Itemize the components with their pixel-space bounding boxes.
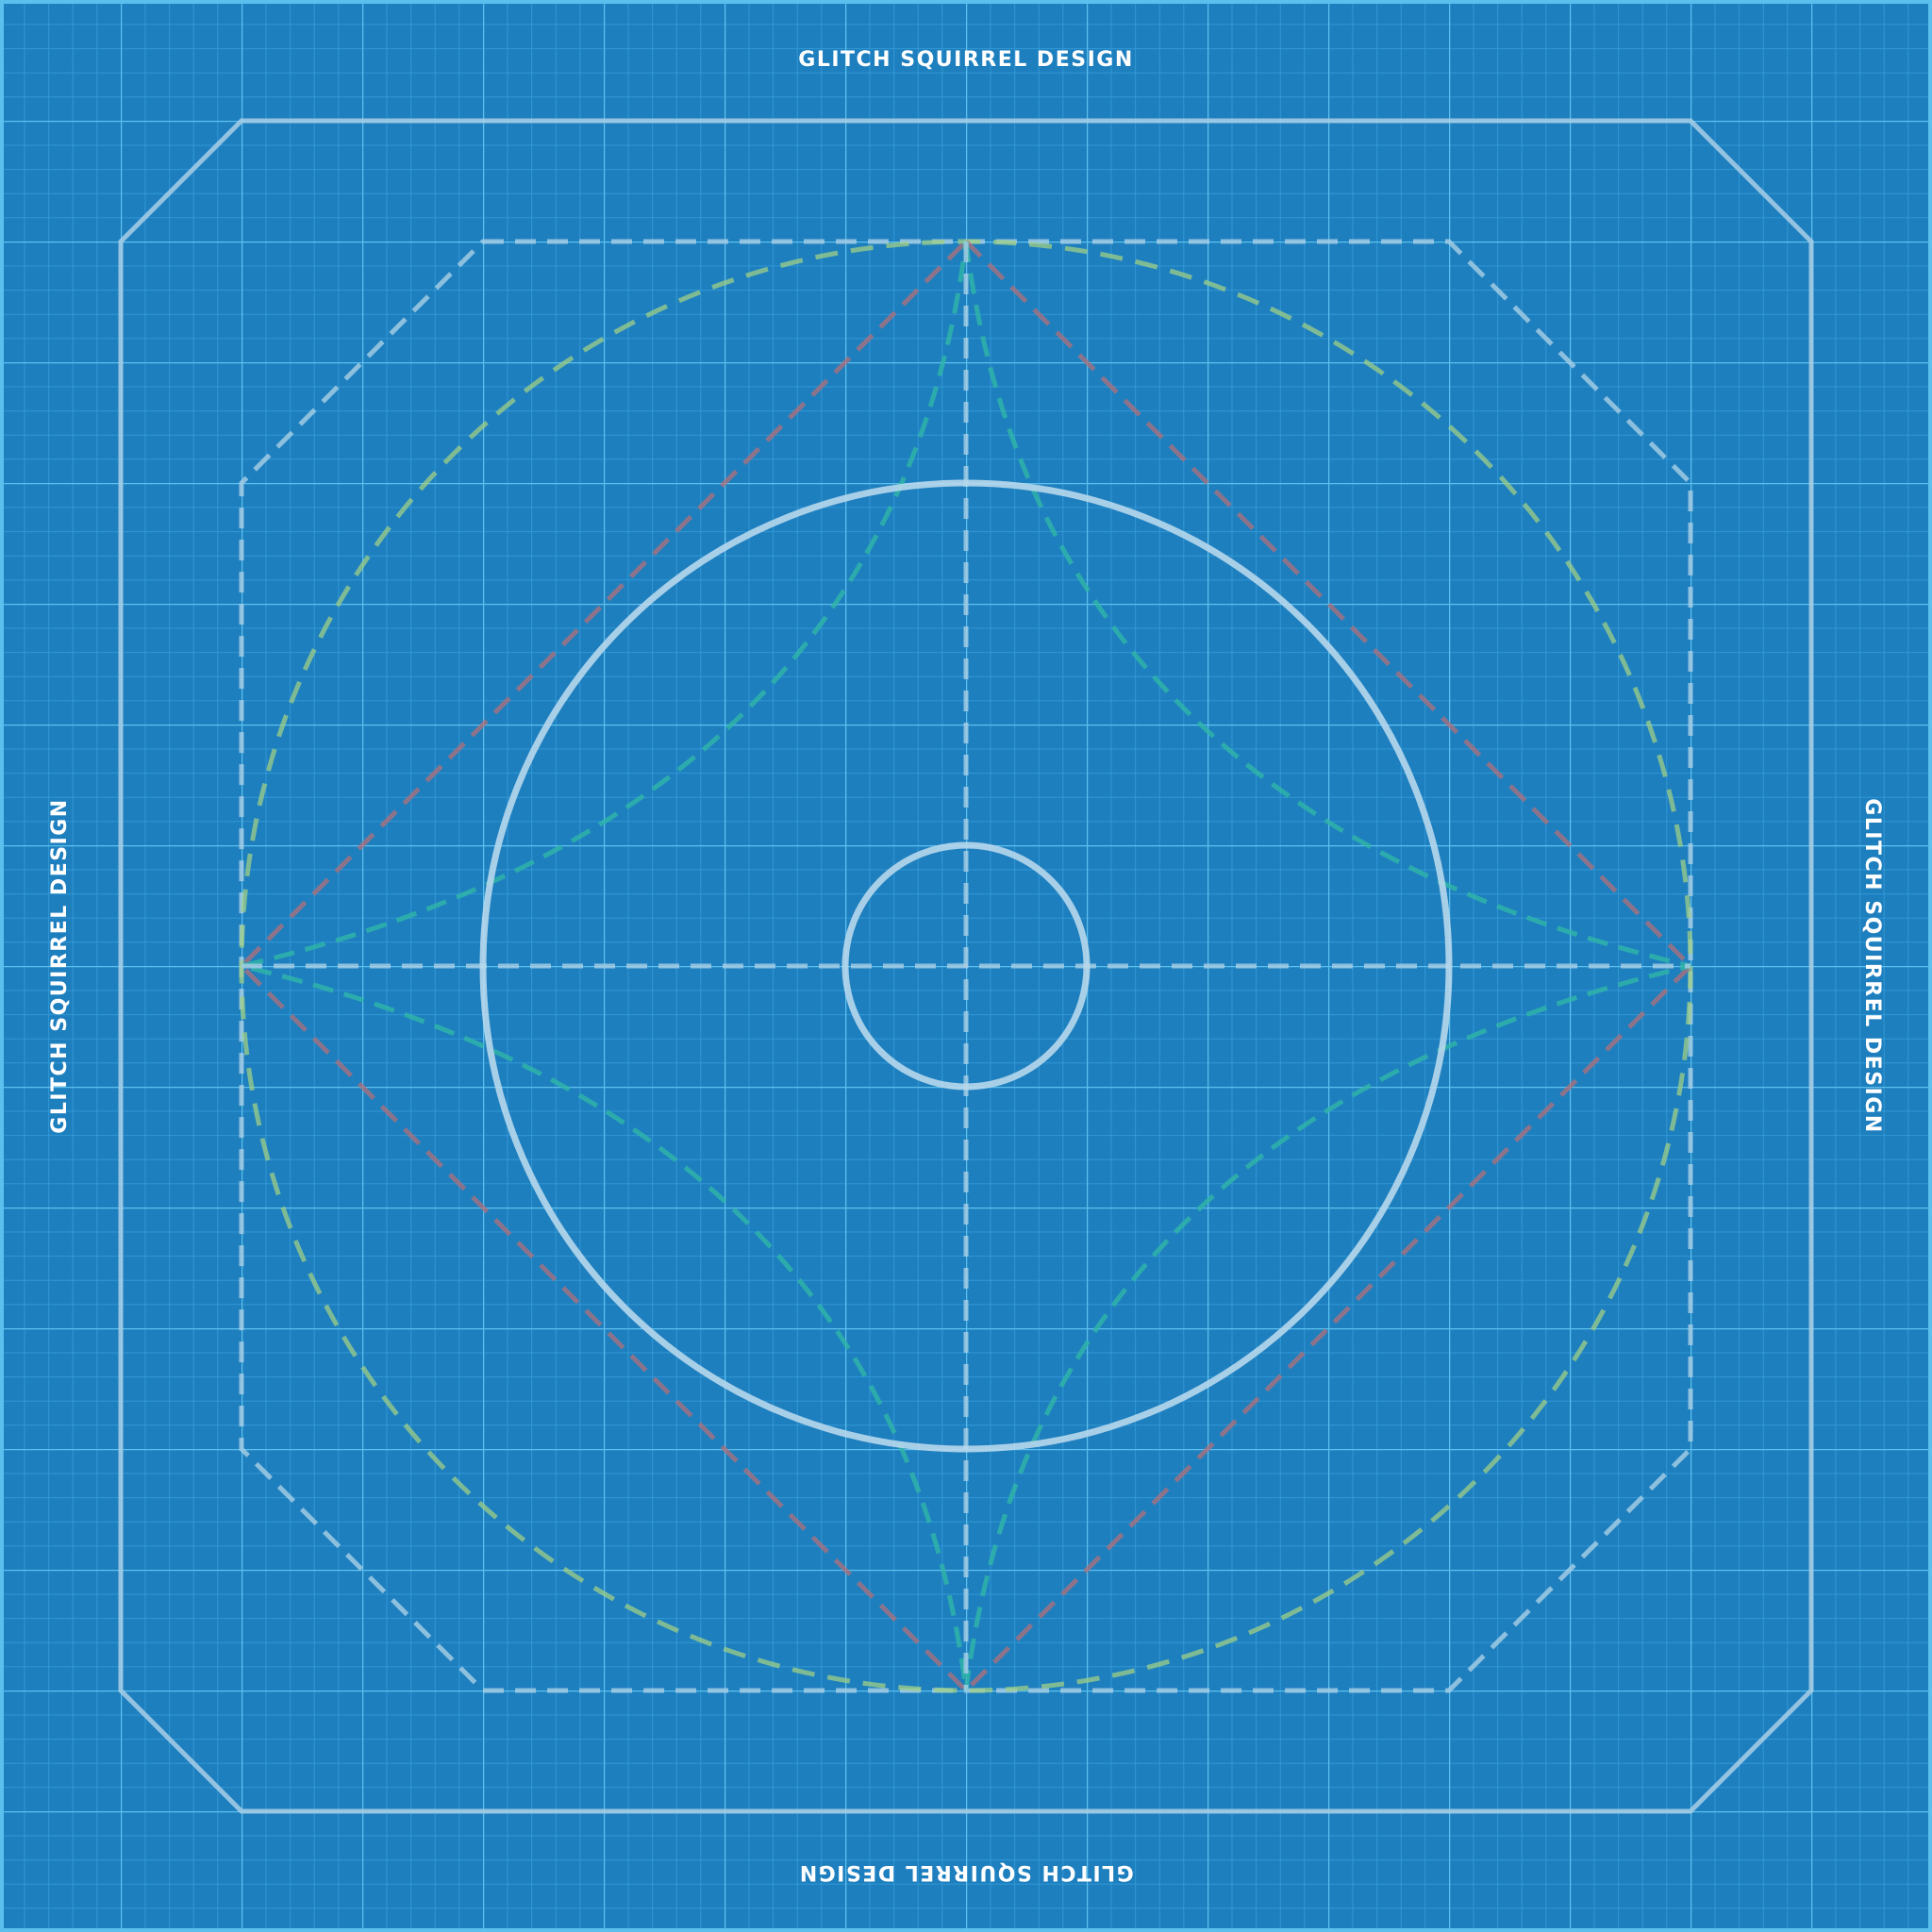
brand-right-label: GLITCH SQUIRREL DESIGN [1860, 798, 1884, 1133]
brand-left-label: GLITCH SQUIRREL DESIGN [48, 798, 72, 1133]
brand-bottom-label: GLITCH SQUIRREL DESIGN [798, 1860, 1133, 1884]
brand-top-label: GLITCH SQUIRREL DESIGN [798, 48, 1133, 72]
playmat: GLITCH SQUIRREL DESIGN GLITCH SQUIRREL D… [0, 0, 1932, 1932]
